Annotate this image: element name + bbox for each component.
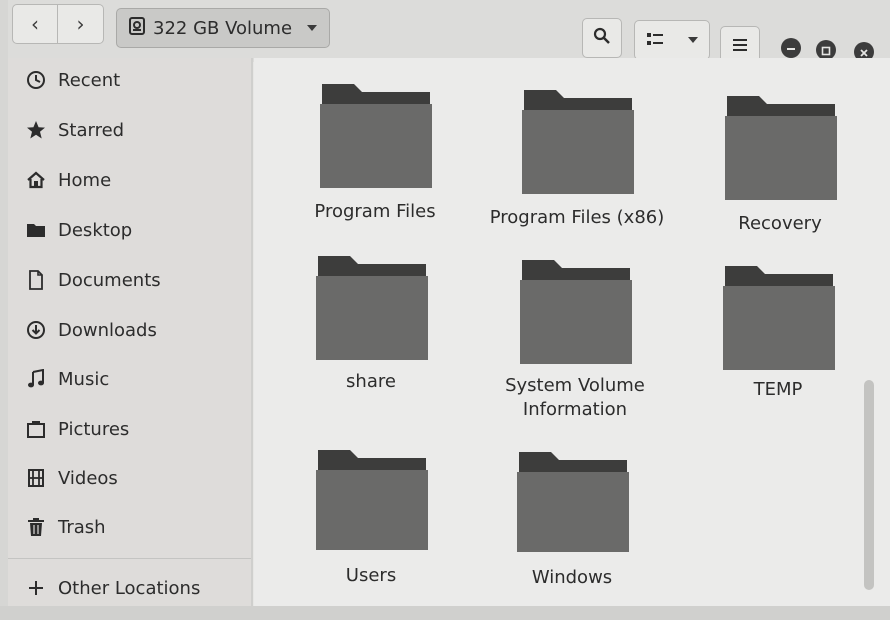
folder-name: share bbox=[346, 371, 396, 392]
search-button[interactable] bbox=[582, 18, 622, 58]
folder-name: Users bbox=[345, 565, 397, 586]
picture-icon bbox=[26, 419, 46, 439]
sidebar-item-label: Desktop bbox=[58, 219, 133, 241]
folder-icon bbox=[26, 220, 46, 240]
folder-icon bbox=[517, 452, 629, 552]
folder-item[interactable]: Program Files (x86) bbox=[482, 88, 672, 248]
sidebar-item-videos[interactable]: Videos bbox=[26, 460, 246, 496]
sidebar-item-trash[interactable]: Trash bbox=[26, 509, 246, 545]
folder-view: Program Files Program Files (x86) Recove… bbox=[254, 58, 890, 606]
music-note-icon bbox=[26, 369, 46, 389]
sidebar-item-label: Recent bbox=[58, 69, 121, 91]
sidebar-item-label: Pictures bbox=[58, 418, 130, 440]
home-icon bbox=[26, 170, 46, 190]
folder-item[interactable]: TEMP bbox=[683, 264, 873, 424]
film-icon bbox=[26, 468, 46, 488]
folder-item[interactable]: Users bbox=[276, 448, 466, 606]
folder-icon bbox=[522, 90, 634, 194]
navigation-buttons: ‹ › bbox=[12, 4, 104, 44]
folder-name: System Volume Information bbox=[505, 375, 645, 420]
folder-icon bbox=[316, 256, 428, 360]
file-manager-window: ‹ › 322 GB Volume Recent Starred Home De… bbox=[8, 0, 890, 606]
document-icon bbox=[26, 270, 46, 290]
sidebar-item-music[interactable]: Music bbox=[26, 361, 246, 397]
sidebar-item-label: Music bbox=[58, 368, 110, 390]
maximize-button[interactable] bbox=[816, 40, 836, 60]
forward-button[interactable]: › bbox=[58, 4, 104, 44]
plus-icon bbox=[26, 578, 46, 598]
list-view-icon bbox=[646, 31, 665, 50]
folder-icon bbox=[320, 84, 432, 188]
folder-item[interactable]: System Volume Information bbox=[480, 258, 670, 420]
sidebar-item-other-locations[interactable]: Other Locations bbox=[26, 570, 246, 606]
back-button[interactable]: ‹ bbox=[12, 4, 58, 44]
chevron-down-icon bbox=[687, 37, 698, 43]
folder-name: Program Files bbox=[314, 201, 436, 222]
sidebar-separator bbox=[8, 558, 252, 559]
download-icon bbox=[26, 320, 46, 340]
sidebar-item-label: Trash bbox=[58, 516, 106, 538]
sidebar-item-documents[interactable]: Documents bbox=[26, 262, 246, 298]
sidebar-item-desktop[interactable]: Desktop bbox=[26, 212, 246, 248]
folder-item[interactable]: Windows bbox=[477, 450, 667, 606]
header-bar: ‹ › 322 GB Volume bbox=[8, 0, 890, 66]
minimize-icon bbox=[786, 39, 796, 58]
sidebar-item-starred[interactable]: Starred bbox=[26, 112, 246, 148]
sidebar-item-home[interactable]: Home bbox=[26, 162, 246, 198]
sidebar-divider bbox=[251, 58, 253, 606]
location-button[interactable]: 322 GB Volume bbox=[116, 8, 330, 48]
folder-item[interactable]: Program Files bbox=[280, 82, 470, 242]
clock-icon bbox=[26, 70, 46, 90]
location-label: 322 GB Volume bbox=[153, 17, 293, 39]
sidebar-item-label: Home bbox=[58, 169, 112, 191]
folder-name: Recovery bbox=[738, 213, 822, 234]
folder-icon bbox=[723, 266, 835, 370]
chevron-down-icon bbox=[307, 25, 317, 31]
sidebar-item-recent[interactable]: Recent bbox=[26, 62, 246, 98]
sidebar-item-label: Starred bbox=[58, 119, 125, 141]
folder-name: TEMP bbox=[753, 379, 803, 400]
minimize-button[interactable] bbox=[781, 38, 801, 58]
star-icon bbox=[26, 120, 46, 140]
background-strip bbox=[0, 606, 890, 620]
folder-item[interactable]: Recovery bbox=[685, 94, 875, 254]
folder-name: Program Files (x86) bbox=[489, 207, 665, 228]
folder-item[interactable]: share bbox=[276, 254, 466, 414]
sidebar-item-label: Documents bbox=[58, 269, 161, 291]
sidebar-item-pictures[interactable]: Pictures bbox=[26, 411, 246, 447]
sidebar-item-label: Videos bbox=[58, 467, 118, 489]
folder-icon bbox=[725, 96, 837, 200]
view-options-button[interactable] bbox=[634, 20, 710, 60]
sidebar-item-label: Other Locations bbox=[58, 577, 201, 599]
search-icon bbox=[593, 27, 611, 49]
drive-icon bbox=[129, 16, 145, 40]
folder-icon bbox=[520, 260, 632, 364]
trash-icon bbox=[26, 517, 46, 537]
sidebar-item-downloads[interactable]: Downloads bbox=[26, 312, 246, 348]
folder-name: Windows bbox=[531, 567, 613, 588]
maximize-icon bbox=[821, 41, 831, 60]
vertical-scrollbar[interactable] bbox=[864, 380, 874, 590]
hamburger-menu-icon bbox=[732, 37, 748, 56]
chevron-right-icon: › bbox=[76, 12, 85, 36]
folder-icon bbox=[316, 450, 428, 550]
sidebar: Recent Starred Home Desktop Documents Do… bbox=[8, 58, 253, 606]
sidebar-item-label: Downloads bbox=[58, 319, 157, 341]
chevron-left-icon: ‹ bbox=[31, 12, 39, 36]
